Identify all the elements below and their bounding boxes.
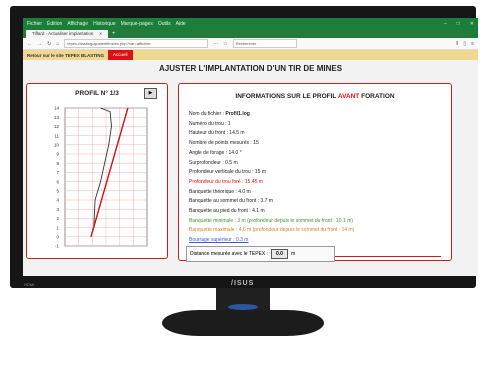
info-line: Banquette théorique : 4.0 m [189, 188, 251, 195]
y-tick-label: 14 [54, 106, 60, 111]
sidebar-icon[interactable]: ▯ [463, 41, 466, 47]
back-arrow-icon[interactable]: ← [27, 41, 32, 47]
new-tab-icon[interactable]: + [112, 30, 116, 38]
distance-value[interactable]: 0.0 [271, 249, 288, 259]
library-icon[interactable]: ‖ [456, 41, 458, 47]
filename-value: Profil1.log [225, 111, 250, 117]
y-tick-label: 3 [56, 207, 59, 212]
monitor-stand-base [162, 310, 324, 336]
profile-panel: PROFIL N° 1/3 ▶ 14 13 12 11 10 9 8 7 6 5 4 3 2 1 0 -1 [26, 83, 168, 259]
nav-toolbar: ← → ↻ ⌂ tepex-blasting/ajustertifinstex.… [23, 38, 478, 50]
info-line: Profondeur du trou foré : 15.45 m [189, 178, 263, 185]
maximize-icon[interactable]: □ [457, 21, 460, 27]
close-icon[interactable]: ✕ [470, 21, 474, 27]
info-line: Surprofondeur : 0.5 m [189, 159, 238, 166]
menu-item[interactable]: Édition [47, 21, 62, 27]
info-heading-pre: INFORMATIONS SUR LE PROFIL [235, 93, 337, 100]
info-line: Profondeur verticale du trou : 15 m [189, 169, 266, 176]
url-bar[interactable]: tepex-blasting/ajustertifinstex.php?var=… [64, 39, 209, 48]
menu-item[interactable]: Affichage [67, 21, 88, 27]
info-line: Hauteur du front : 14.5 m [189, 130, 245, 137]
info-panel: INFORMATIONS SUR LE PROFIL AVANT FORATIO… [178, 83, 452, 261]
distance-box: Distance mesurée avec le TEPEX : 0.0 m [186, 246, 335, 262]
menu-item[interactable]: Outils [158, 21, 171, 27]
minimize-icon[interactable]: – [444, 21, 447, 27]
y-tick-label: 6 [56, 179, 59, 184]
page-title: AJUSTER L'IMPLANTATION D'UN TIR DE MINES [158, 64, 343, 73]
info-heading-post: FORATION [361, 93, 395, 100]
menu-item[interactable]: Aide [176, 21, 186, 27]
window-controls: – □ ✕ [444, 21, 474, 27]
menu-bar: Fichier Édition Affichage Historique Marque-… [27, 21, 191, 27]
menu-item[interactable]: Marque-pages [121, 21, 153, 27]
distance-unit: m [290, 251, 296, 257]
info-line: Banquette au pied du front : 4.1 m [189, 208, 265, 215]
reload-icon[interactable]: ↻ [47, 41, 51, 47]
menu-item[interactable]: Historique [93, 21, 116, 27]
tab-strip: Tiflard - Actualiser implantation × + [23, 29, 478, 38]
y-tick-label: 0 [56, 235, 59, 240]
y-tick-label: 9 [56, 152, 59, 157]
y-tick-label: 11 [54, 133, 59, 138]
info-line: Banquette minimale : 3 m (profondeur dep… [189, 217, 353, 224]
info-line: Bourrage supérieur : 0.3 m [189, 237, 249, 244]
info-lines: Nom du fichier : Profil1.log Numéro du t… [189, 110, 354, 246]
bookmark-star-icon[interactable]: ☆ [223, 41, 227, 47]
y-tick-label: -1 [55, 244, 59, 249]
filename-line: Nom du fichier : Profil1.log [189, 110, 354, 120]
site-nav: Retour sur le site TEPEX BLASTING Accuei… [23, 50, 478, 60]
home-icon[interactable]: ⌂ [56, 41, 59, 47]
forward-arrow-icon[interactable]: → [37, 41, 42, 47]
toolbar-right: ‖ ▯ ≡ [456, 41, 474, 47]
browser-menubar: Fichier Édition Affichage Historique Marque-… [23, 18, 478, 29]
profile-chart: 14131211109876543210-1 [54, 106, 148, 249]
tab-title: Tiflard - Actualiser implantation [32, 31, 94, 36]
hdmi-label: HDMI [24, 282, 35, 287]
info-line: Nombre de points mesurés : 15 [189, 140, 259, 147]
info-line: Banquette au sommet du front : 3.7 m [189, 198, 273, 205]
tab-active[interactable]: Tiflard - Actualiser implantation × [26, 30, 108, 38]
y-tick-label: 10 [54, 143, 60, 148]
menu-item[interactable]: Fichier [27, 21, 42, 27]
distance-label: Distance mesurée avec le TEPEX : [190, 251, 268, 257]
brand-logo: /ISUS [231, 280, 255, 287]
back-to-site-link[interactable]: Retour sur le site TEPEX BLASTING [23, 53, 108, 58]
y-tick-label: 2 [56, 216, 59, 221]
info-line: Banquette maximale : 4.6 m (profondeur d… [189, 227, 355, 234]
filename-label: Nom du fichier : [189, 111, 225, 117]
info-line: Angle de forage : 14.0 ° [189, 149, 242, 156]
info-heading: INFORMATIONS SUR LE PROFIL AVANT FORATIO… [179, 93, 451, 100]
home-button[interactable]: Accueil [108, 50, 133, 60]
y-tick-label: 4 [56, 198, 59, 203]
y-tick-label: 1 [56, 225, 59, 230]
search-input[interactable]: Rechercher [232, 39, 297, 48]
y-tick-label: 12 [54, 124, 60, 129]
info-heading-avant: AVANT [337, 93, 360, 100]
y-tick-label: 7 [56, 170, 59, 175]
y-tick-label: 5 [56, 189, 59, 194]
page-actions-icon[interactable]: ··· [213, 41, 218, 47]
y-tick-label: 13 [54, 115, 60, 120]
info-line: Numéro du trou : 1 [189, 120, 231, 127]
y-tick-label: 8 [56, 161, 59, 166]
tab-close-icon[interactable]: × [99, 30, 102, 38]
menu-icon[interactable]: ≡ [471, 41, 474, 47]
